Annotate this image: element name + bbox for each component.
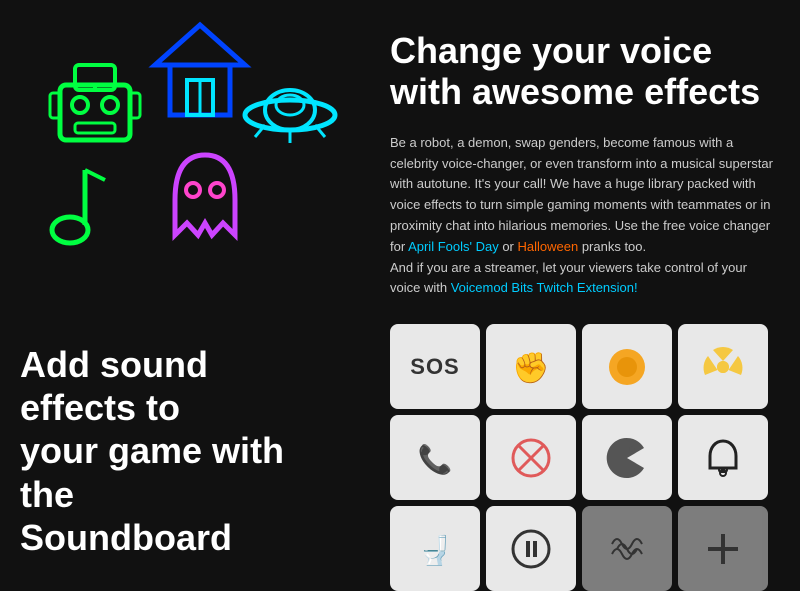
music-note-icon xyxy=(30,155,115,260)
radiation-icon xyxy=(698,342,748,392)
april-fools-link[interactable]: April Fools' Day xyxy=(408,239,499,254)
sound-tile-sos[interactable]: SOS xyxy=(390,324,480,409)
soundboard-section: Add sound effects to your game with the … xyxy=(20,343,320,559)
sound-tile-play[interactable] xyxy=(486,506,576,591)
sound-tile-orange-circle[interactable] xyxy=(582,324,672,409)
sound-tile-plus[interactable] xyxy=(678,506,768,591)
fist-icon: ✊ xyxy=(506,342,556,392)
svg-text:✊: ✊ xyxy=(512,351,549,386)
halloween-link[interactable]: Halloween xyxy=(518,239,579,254)
soundboard-heading: Add sound effects to your game with the … xyxy=(20,343,320,559)
sound-tile-crossout[interactable] xyxy=(486,415,576,500)
bell-icon xyxy=(698,433,748,483)
sound-grid: SOS ✊ xyxy=(390,324,780,591)
ufo-icon xyxy=(235,65,345,150)
right-panel: Change your voice with awesome effects B… xyxy=(370,0,800,589)
svg-text:🚽: 🚽 xyxy=(418,534,453,567)
robot-icon xyxy=(45,55,145,160)
pac-icon xyxy=(602,433,652,483)
phone-icon: 📞 xyxy=(410,433,460,483)
sound-tile-phone[interactable]: 📞 xyxy=(390,415,480,500)
main-heading: Change your voice with awesome effects xyxy=(390,30,780,113)
ghost-icon xyxy=(155,140,255,255)
sos-label: SOS xyxy=(410,354,459,380)
plus-icon xyxy=(698,524,748,574)
sound-tile-pac[interactable] xyxy=(582,415,672,500)
sound-tile-bell[interactable] xyxy=(678,415,768,500)
crossout-icon xyxy=(506,433,556,483)
left-panel: Add sound effects to your game with the … xyxy=(0,0,370,589)
sound-tile-toilet[interactable]: 🚽 xyxy=(390,506,480,591)
orange-circle-icon xyxy=(602,342,652,392)
icons-area xyxy=(0,0,370,310)
svg-text:📞: 📞 xyxy=(418,441,453,476)
description-text: Be a robot, a demon, swap genders, becom… xyxy=(390,133,780,299)
sound-tile-squiggle[interactable] xyxy=(582,506,672,591)
twitch-link[interactable]: Voicemod Bits Twitch Extension! xyxy=(451,280,638,295)
toilet-icon: 🚽 xyxy=(410,524,460,574)
play-icon xyxy=(506,524,556,574)
squiggle-icon xyxy=(602,524,652,574)
sound-tile-fist[interactable]: ✊ xyxy=(486,324,576,409)
sound-tile-radiation[interactable] xyxy=(678,324,768,409)
page-wrapper: Add sound effects to your game with the … xyxy=(0,0,800,589)
